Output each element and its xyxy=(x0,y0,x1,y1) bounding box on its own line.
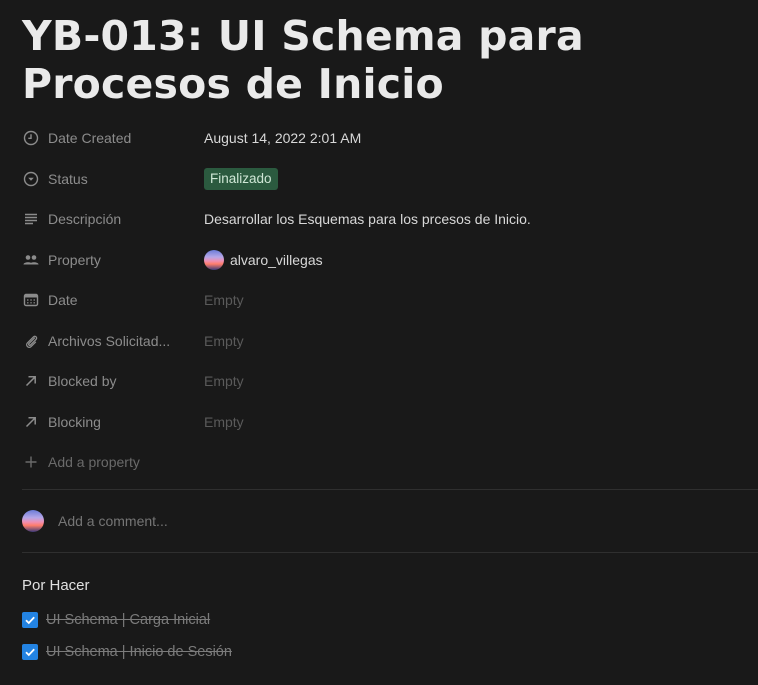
paperclip-icon xyxy=(22,332,40,350)
property-key[interactable]: Date xyxy=(22,291,204,309)
property-blocking: Blocking Empty xyxy=(22,402,758,443)
divider xyxy=(22,551,758,553)
property-label: Date xyxy=(48,292,78,309)
property-key[interactable]: Archivos Solicitad... xyxy=(22,332,204,350)
property-value: August 14, 2022 2:01 AM xyxy=(204,130,362,147)
property-value[interactable]: Empty xyxy=(204,292,244,308)
property-key[interactable]: Status xyxy=(22,170,204,188)
property-descripcion: Descripción Desarrollar los Esquemas par… xyxy=(22,199,758,240)
clock-icon xyxy=(22,129,40,147)
todo-item: UI Schema | Carga Inicial xyxy=(22,605,758,635)
todo-text[interactable]: UI Schema | Inicio de Sesión xyxy=(46,644,232,660)
property-label: Property xyxy=(48,251,101,268)
checkbox[interactable] xyxy=(22,611,38,628)
relation-arrow-icon xyxy=(22,372,40,390)
properties-list: Date Created August 14, 2022 2:01 AM Sta… xyxy=(22,118,758,483)
property-label: Date Created xyxy=(48,130,132,147)
add-property[interactable]: Add a property xyxy=(22,453,204,471)
avatar xyxy=(22,509,44,532)
comment-box[interactable] xyxy=(22,490,758,552)
page-content: YB-013: UI Schema para Procesos de Inici… xyxy=(22,0,758,667)
plus-icon xyxy=(22,453,40,471)
property-key[interactable]: Blocked by xyxy=(22,372,204,390)
property-key[interactable]: Property xyxy=(22,251,204,269)
check-icon xyxy=(25,648,35,656)
status-circle-icon xyxy=(22,170,40,188)
text-lines-icon xyxy=(22,210,40,228)
property-date: Date Empty xyxy=(22,280,758,321)
property-status: Status Finalizado xyxy=(22,159,758,200)
property-date-created: Date Created August 14, 2022 2:01 AM xyxy=(22,118,758,159)
avatar xyxy=(204,249,224,270)
property-label: Descripción xyxy=(48,211,122,228)
property-value[interactable]: Empty xyxy=(204,414,244,430)
checkbox[interactable] xyxy=(22,643,38,660)
property-key[interactable]: Descripción xyxy=(22,210,204,228)
property-value[interactable]: Desarrollar los Esquemas para los prceso… xyxy=(204,211,531,227)
person-name: alvaro_villegas xyxy=(230,251,323,268)
calendar-icon xyxy=(22,291,40,309)
property-key[interactable]: Date Created xyxy=(22,129,204,147)
status-badge[interactable]: Finalizado xyxy=(204,167,278,190)
property-value[interactable]: Empty xyxy=(204,373,244,389)
todo-text[interactable]: UI Schema | Carga Inicial xyxy=(46,612,210,628)
property-label: Blocking xyxy=(48,413,101,430)
relation-arrow-icon xyxy=(22,413,40,431)
section-heading[interactable]: Por Hacer xyxy=(22,577,758,597)
status-value[interactable]: Finalizado xyxy=(204,167,278,190)
property-label: Archivos Solicitad... xyxy=(48,332,171,349)
add-property-label: Add a property xyxy=(48,454,140,471)
comment-input[interactable] xyxy=(58,512,458,529)
property-key[interactable]: Blocking xyxy=(22,413,204,431)
person-value[interactable]: alvaro_villegas xyxy=(204,249,323,270)
property-label: Blocked by xyxy=(48,373,117,390)
todo-item: UI Schema | Inicio de Sesión xyxy=(22,637,758,667)
property-value[interactable]: Empty xyxy=(204,333,244,349)
property-blocked-by: Blocked by Empty xyxy=(22,361,758,402)
property-label: Status xyxy=(48,170,88,187)
check-icon xyxy=(25,616,35,624)
page-title[interactable]: YB-013: UI Schema para Procesos de Inici… xyxy=(22,12,752,108)
people-icon xyxy=(22,251,40,269)
property-archivos: Archivos Solicitad... Empty xyxy=(22,321,758,362)
add-property-button[interactable]: Add a property xyxy=(22,442,758,483)
property-person: Property alvaro_villegas xyxy=(22,240,758,281)
